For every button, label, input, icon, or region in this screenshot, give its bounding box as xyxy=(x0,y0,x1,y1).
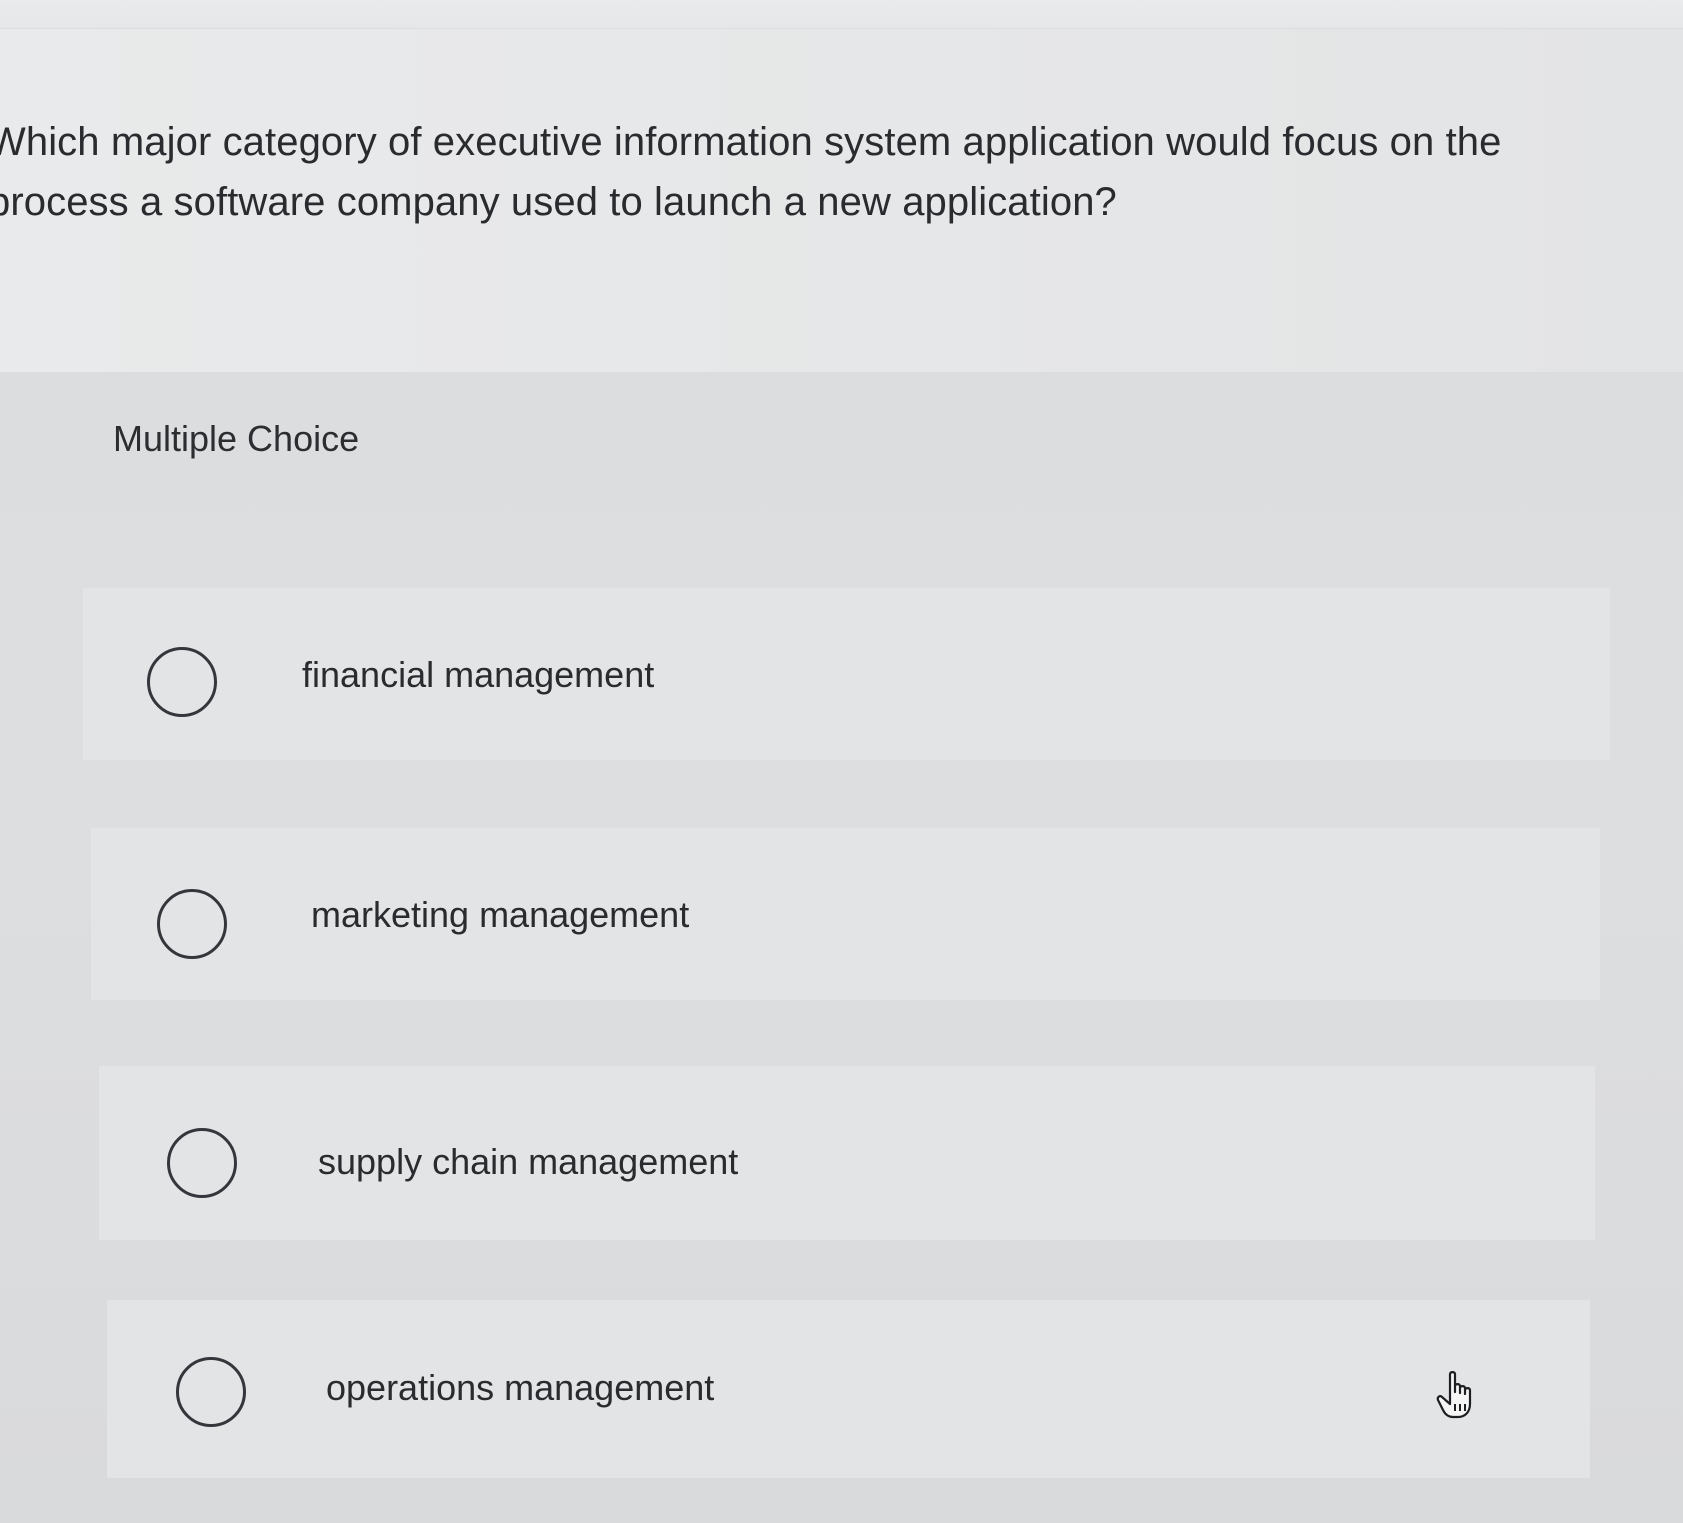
radio-button[interactable] xyxy=(167,1128,237,1198)
radio-button[interactable] xyxy=(147,647,217,717)
choice-supply-chain-management[interactable]: supply chain management xyxy=(99,1066,1595,1240)
hand-pointer-icon xyxy=(1436,1371,1472,1419)
top-strip xyxy=(0,0,1683,29)
question-line-2: process a software company used to launc… xyxy=(0,180,1117,224)
choice-label: supply chain management xyxy=(318,1141,739,1182)
question-panel: Which major category of executive inform… xyxy=(0,29,1683,372)
question-text: Which major category of executive inform… xyxy=(0,112,1648,232)
choice-label: financial management xyxy=(302,654,655,695)
choice-label: marketing management xyxy=(311,894,690,935)
choice-marketing-management[interactable]: marketing management xyxy=(91,828,1600,1000)
question-line-1: Which major category of executive inform… xyxy=(0,120,1502,164)
radio-button[interactable] xyxy=(157,889,227,959)
section-label: Multiple Choice xyxy=(113,418,360,459)
choice-operations-management[interactable]: operations management xyxy=(107,1300,1590,1478)
choice-financial-management[interactable]: financial management xyxy=(83,588,1610,760)
choice-label: operations management xyxy=(326,1367,715,1408)
radio-button[interactable] xyxy=(176,1357,246,1427)
